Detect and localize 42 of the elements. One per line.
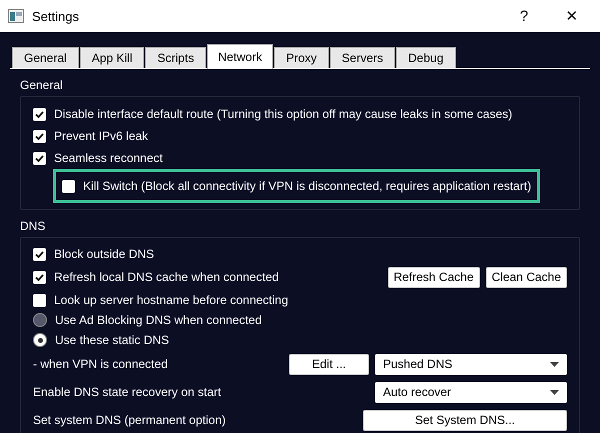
tab[interactable]: Servers [330,47,396,68]
tab[interactable]: General [12,47,79,68]
option-label: Seamless reconnect [54,151,163,165]
setting-label: - when VPN is connected [33,357,168,371]
option-label: Look up server hostname before connecting [54,293,288,307]
dropdown[interactable]: Auto recover [375,382,567,402]
tab[interactable]: Network [207,44,274,69]
tab[interactable]: Proxy [274,47,329,68]
checkbox[interactable] [33,108,46,120]
tab[interactable]: App Kill [80,47,144,68]
section-title: General [19,77,64,94]
checkbox[interactable] [33,130,46,142]
checkbox[interactable] [62,180,75,192]
app-icon [8,9,24,23]
option-label: Disable interface default route (Turning this option off may cause leaks in some cases) [54,107,512,121]
option-label: Kill Switch (Block all connectivity if VPN is disconnected, requires application restart) [83,179,532,193]
option-label: Block outside DNS [54,247,154,261]
option-label: Prevent IPv6 leak [54,129,148,143]
set-system-dns-button[interactable]: Set System DNS... [363,410,567,430]
tab[interactable]: Debug [396,47,456,68]
option-label: Use these static DNS [55,333,170,347]
section-title: DNS [19,218,46,235]
radio-button[interactable] [33,313,47,327]
window-title: Settings [32,8,80,24]
cache-button[interactable]: Refresh Cache [388,266,480,288]
caret-icon [550,390,559,394]
help-button[interactable]: ? [504,6,544,26]
option-label: Use Ad Blocking DNS when connected [55,313,262,327]
cache-button[interactable]: Clean Cache [486,266,567,288]
dropdown[interactable]: Pushed DNS [375,354,567,374]
checkbox[interactable] [33,152,46,164]
radio-button[interactable] [33,333,47,347]
setting-label: Enable DNS state recovery on start [33,385,222,399]
caret-icon [550,362,559,366]
checkbox[interactable] [33,248,46,260]
option-label: Refresh local DNS cache when connected [54,270,279,284]
edit-button[interactable]: Edit ... [289,354,369,374]
checkbox[interactable] [33,294,46,306]
checkbox[interactable] [33,270,46,284]
tab[interactable]: Scripts [145,47,206,68]
setting-label: Set system DNS (permanent option) [33,413,226,427]
close-button[interactable]: ✕ [552,6,592,26]
